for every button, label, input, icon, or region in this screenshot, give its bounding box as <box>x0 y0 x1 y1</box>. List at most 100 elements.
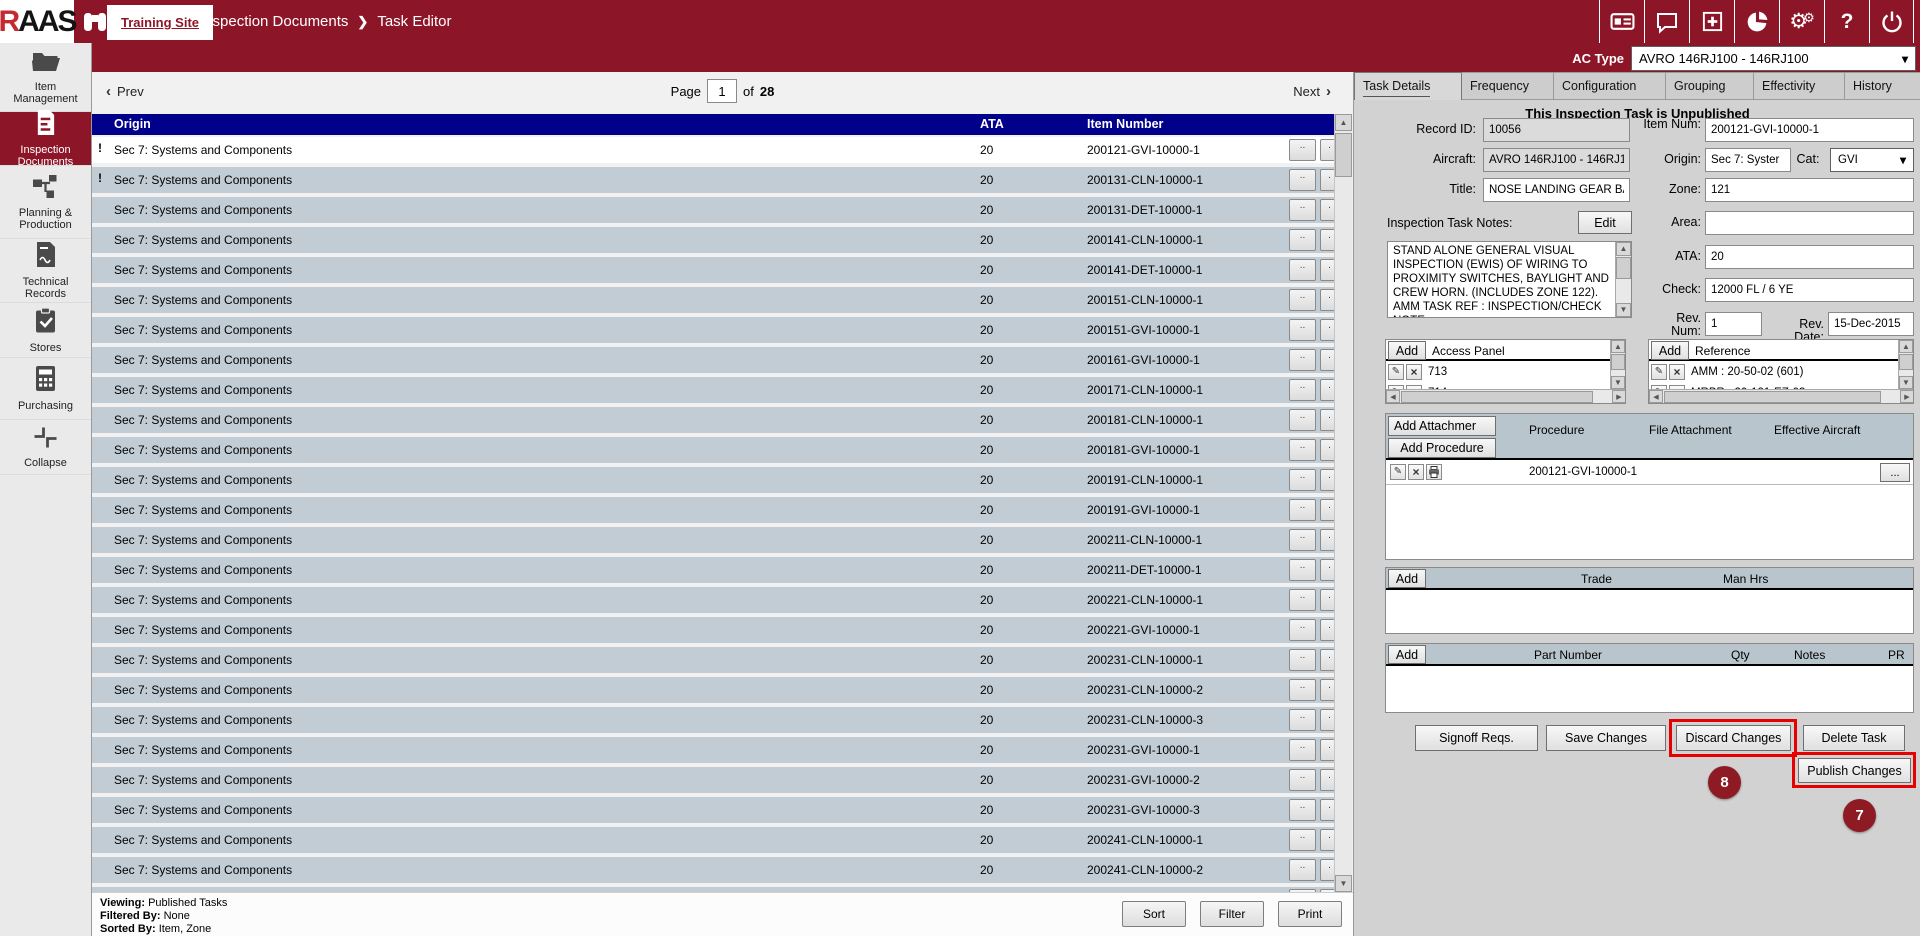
scroll-left-icon[interactable]: ◀ <box>1649 390 1663 403</box>
row-edit-button[interactable]: .. <box>1289 649 1316 671</box>
table-row[interactable]: Sec 7: Systems and Components20200191-GV… <box>92 497 1334 523</box>
table-row[interactable]: Sec 7: Systems and Components20200171-CL… <box>92 377 1334 403</box>
sidebar-item-stores[interactable]: Stores <box>0 303 91 358</box>
sidebar-item-item-management[interactable]: Item Management <box>0 43 91 112</box>
row-edit-button[interactable]: .. <box>1289 139 1316 161</box>
row-edit-button[interactable]: .. <box>1289 409 1316 431</box>
row-edit-button[interactable]: .. <box>1289 529 1316 551</box>
delete-x-icon[interactable]: × <box>1406 364 1422 380</box>
print-button[interactable]: Print <box>1278 901 1342 927</box>
ac-type-select[interactable]: AVRO 146RJ100 - 146RJ100 ▾ <box>1631 46 1916 71</box>
table-row[interactable]: Sec 7: Systems and Components20200161-GV… <box>92 347 1334 373</box>
binoculars-icon[interactable] <box>82 10 108 36</box>
table-row[interactable]: Sec 7: Systems and Components20200241-CL… <box>92 827 1334 853</box>
help-icon[interactable]: ? <box>1824 0 1869 43</box>
table-row[interactable]: Sec 7: Systems and Components20200181-CL… <box>92 407 1334 433</box>
row-edit-button[interactable]: .. <box>1289 499 1316 521</box>
table-row[interactable]: Sec 7: Systems and Components20200141-CL… <box>92 227 1334 253</box>
row-edit-button[interactable]: .. <box>1289 829 1316 851</box>
add-procedure-button[interactable]: Add Procedure <box>1388 438 1496 458</box>
add-part-button[interactable]: Add <box>1388 645 1426 664</box>
delete-x-icon[interactable]: × <box>1669 364 1685 380</box>
add-trade-button[interactable]: Add <box>1388 569 1426 588</box>
add-window-icon[interactable] <box>1689 0 1734 43</box>
row-edit-button[interactable]: .. <box>1289 679 1316 701</box>
row-edit-button[interactable]: .. <box>1289 199 1316 221</box>
scroll-up-icon[interactable]: ▲ <box>1899 340 1913 353</box>
col-origin[interactable]: Origin <box>114 117 151 131</box>
delete-task-button[interactable]: Delete Task <box>1803 725 1905 751</box>
scrollbar-thumb[interactable] <box>1611 354 1625 370</box>
row-edit-button[interactable]: .. <box>1289 349 1316 371</box>
scroll-down-icon[interactable]: ▼ <box>1611 376 1625 389</box>
sidebar-item-planning-production[interactable]: Planning & Production <box>0 166 91 239</box>
row-edit-button[interactable]: .. <box>1289 619 1316 641</box>
id-card-icon[interactable] <box>1599 0 1644 43</box>
delete-x-icon[interactable]: × <box>1408 464 1424 480</box>
add-access-panel-button[interactable]: Add <box>1388 341 1426 360</box>
notes-scroll-down-icon[interactable]: ▼ <box>1616 303 1631 317</box>
filter-button[interactable]: Filter <box>1200 901 1264 927</box>
row-edit-button[interactable]: .. <box>1289 799 1316 821</box>
tab-history[interactable]: History <box>1845 72 1920 100</box>
row-edit-button[interactable]: .. <box>1289 559 1316 581</box>
table-row[interactable]: Sec 7: Systems and Components20200131-DE… <box>92 197 1334 223</box>
table-row[interactable]: Sec 7: Systems and Components20200241-CL… <box>92 857 1334 883</box>
training-site-link[interactable]: Training Site <box>107 5 213 40</box>
sidebar-item-technical-records[interactable]: Technical Records <box>0 239 91 303</box>
table-row[interactable]: !Sec 7: Systems and Components20200131-C… <box>92 167 1334 193</box>
scroll-left-icon[interactable]: ◀ <box>1386 390 1400 403</box>
scroll-right-icon[interactable]: ▶ <box>1900 390 1914 403</box>
row-edit-button[interactable]: .. <box>1289 319 1316 341</box>
reference-row[interactable]: ✎×AMM : 20-50-02 (601) <box>1649 363 1897 382</box>
chat-icon[interactable] <box>1644 0 1689 43</box>
table-row[interactable]: Sec 7: Systems and Components20200211-DE… <box>92 557 1334 583</box>
page-number-input[interactable] <box>707 79 737 103</box>
row-edit-button[interactable]: .. <box>1289 289 1316 311</box>
pencil-icon[interactable]: ✎ <box>1388 364 1404 380</box>
ata-field[interactable] <box>1705 245 1914 269</box>
tab-effectivity[interactable]: Effectivity <box>1754 72 1845 100</box>
next-page-button[interactable]: Next› <box>1293 72 1331 110</box>
row-edit-button[interactable]: .. <box>1289 379 1316 401</box>
table-row[interactable]: Sec 7: Systems and Components20200221-CL… <box>92 587 1334 613</box>
procedure-row[interactable]: ✎×200121-GVI-10000-1... <box>1386 461 1913 485</box>
h-scrollbar-thumb[interactable] <box>1664 391 1881 403</box>
edit-notes-button[interactable]: Edit <box>1578 211 1632 234</box>
row-edit-button[interactable]: .. <box>1289 169 1316 191</box>
table-row[interactable]: Sec 7: Systems and Components20200211-CL… <box>92 527 1334 553</box>
discard-changes-button[interactable]: Discard Changes <box>1676 725 1791 751</box>
notes-scroll-up-icon[interactable]: ▲ <box>1616 242 1631 256</box>
pencil-icon[interactable]: ✎ <box>1651 364 1667 380</box>
publish-changes-button[interactable]: Publish Changes <box>1798 758 1911 783</box>
table-row[interactable]: Sec 7: Systems and Components20200151-GV… <box>92 317 1334 343</box>
cat-select[interactable]: GVI ▾ <box>1830 148 1914 172</box>
table-row[interactable]: Sec 7: Systems and Components20200231-GV… <box>92 767 1334 793</box>
area-field[interactable] <box>1705 211 1914 235</box>
sidebar-item-purchasing[interactable]: Purchasing <box>0 358 91 420</box>
table-row[interactable]: !Sec 7: Systems and Components20200121-G… <box>92 137 1334 163</box>
tab-task-details[interactable]: Task Details <box>1354 72 1462 100</box>
title-field[interactable] <box>1483 178 1630 202</box>
row-edit-button[interactable]: .. <box>1289 859 1316 881</box>
table-row[interactable]: Sec 7: Systems and Components20200151-CL… <box>92 287 1334 313</box>
settings-gears-icon[interactable]: ⚙⚙ <box>1779 0 1824 43</box>
tab-frequency[interactable]: Frequency <box>1462 72 1554 100</box>
table-row[interactable]: Sec 7: Systems and Components20200231-CL… <box>92 707 1334 733</box>
row-edit-button[interactable]: .. <box>1289 469 1316 491</box>
table-row[interactable]: Sec 7: Systems and Components20200181-GV… <box>92 437 1334 463</box>
zone-field[interactable] <box>1705 178 1914 202</box>
col-ata[interactable]: ATA <box>980 117 1004 131</box>
pie-chart-icon[interactable] <box>1734 0 1779 43</box>
row-edit-button[interactable]: .. <box>1289 229 1316 251</box>
raas-logo[interactable]: RAAS <box>0 0 74 43</box>
table-row[interactable]: Sec 7: Systems and Components20200191-CL… <box>92 467 1334 493</box>
scrollbar-thumb[interactable] <box>1899 354 1913 370</box>
inspection-task-notes[interactable]: STAND ALONE GENERAL VISUAL INSPECTION (E… <box>1387 241 1632 318</box>
signoff-reqs-button[interactable]: Signoff Reqs. <box>1415 725 1538 751</box>
row-edit-button[interactable]: .. <box>1289 709 1316 731</box>
row-edit-button[interactable]: .. <box>1289 739 1316 761</box>
table-row[interactable]: Sec 7: Systems and Components20200231-CL… <box>92 677 1334 703</box>
table-row[interactable]: Sec 7: Systems and Components20200141-DE… <box>92 257 1334 283</box>
rev-num-field[interactable] <box>1705 312 1762 336</box>
